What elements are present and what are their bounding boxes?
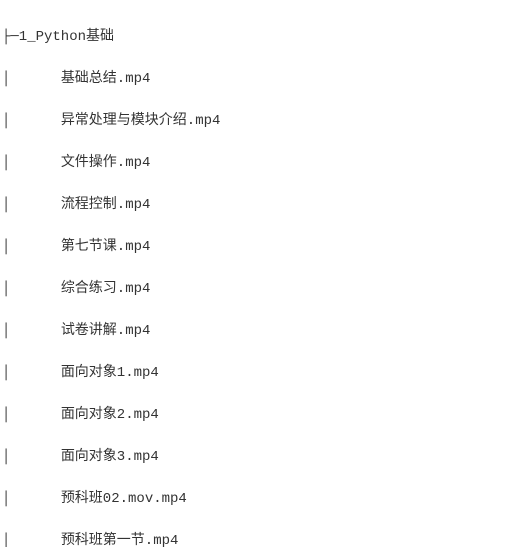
tree-file: │ 文件操作.mp4 <box>2 153 516 174</box>
tree-file: │ 面向对象3.mp4 <box>2 447 516 468</box>
tree-file: │ 试卷讲解.mp4 <box>2 321 516 342</box>
directory-tree: ├─1_Python基础 │ 基础总结.mp4 │ 异常处理与模块介绍.mp4 … <box>0 0 518 547</box>
tree-file: │ 预科班第一节.mp4 <box>2 531 516 547</box>
tree-file: │ 面向对象2.mp4 <box>2 405 516 426</box>
tree-file: │ 基础总结.mp4 <box>2 69 516 90</box>
tree-file: │ 异常处理与模块介绍.mp4 <box>2 111 516 132</box>
tree-file: │ 流程控制.mp4 <box>2 195 516 216</box>
folder-header: ├─1_Python基础 <box>2 27 516 48</box>
tree-file: │ 第七节课.mp4 <box>2 237 516 258</box>
tree-file: │ 综合练习.mp4 <box>2 279 516 300</box>
tree-file: │ 预科班02.mov.mp4 <box>2 489 516 510</box>
tree-file: │ 面向对象1.mp4 <box>2 363 516 384</box>
